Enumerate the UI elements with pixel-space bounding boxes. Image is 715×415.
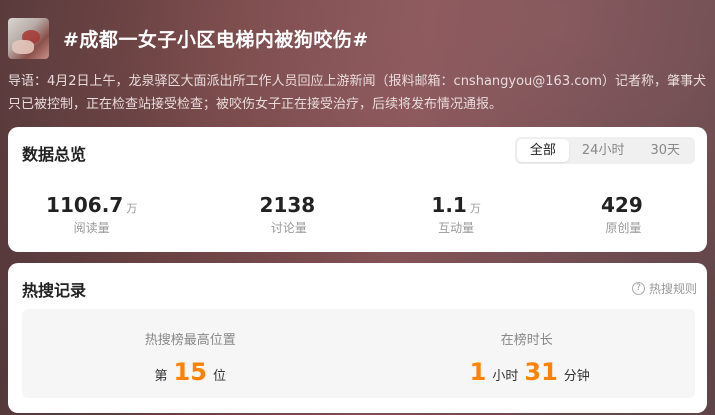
stat-unit: 万 [126,202,138,215]
stat-interactions: 1.1 万 互动量 [373,193,540,236]
time-range-tabs: 全部 24小时 30天 [514,137,695,164]
duration-stat: 在榜时长 1 小时 31 分钟 [359,309,696,398]
duration-hours: 1 [469,358,487,386]
stat-label: 讨论量 [270,221,307,235]
topic-title: #成都一女子小区电梯内被狗咬伤# [63,28,369,51]
hot-search-rules-link[interactable]: ? 热搜规则 [631,280,697,297]
best-position-stat: 热搜榜最高位置 第 15 位 [22,309,359,398]
duration-minutes-unit: 分钟 [563,369,590,384]
overview-title: 数据总览 [22,145,87,164]
question-circle-icon: ? [631,282,645,295]
duration-caption: 在榜时长 [500,333,553,348]
tab-all[interactable]: 全部 [516,139,569,162]
stat-reads: 1106.7 万 阅读量 [8,193,175,236]
topic-intro-text: 导语：4月2日上午，龙泉驿区大面派出所工作人员回应上游新闻（报料邮箱：cnsha… [8,74,706,112]
topic-thumbnail-image [8,17,49,59]
stat-label: 原创量 [605,221,642,235]
rules-link-label: 热搜规则 [648,282,697,296]
best-position-prefix: 第 [154,369,168,384]
stat-original: 429 原创量 [540,193,707,236]
hot-search-stats-box: 热搜榜最高位置 第 15 位 在榜时长 1 小时 31 分钟 [22,309,695,398]
stat-value: 429 [601,193,643,217]
stat-value: 1106.7 [46,193,124,217]
stat-label: 互动量 [438,221,475,235]
stat-value: 1.1 [431,193,467,217]
data-overview-card: 数据总览 全部 24小时 30天 1106.7 万 阅读量 2138 讨论量 1… [8,127,707,252]
best-position-value: 15 [173,358,207,386]
stat-discussions: 2138 讨论量 [205,193,372,236]
hot-search-record-card: 热搜记录 ? 热搜规则 热搜榜最高位置 第 15 位 在榜时长 1 小时 31 … [8,263,707,413]
stats-row: 1106.7 万 阅读量 2138 讨论量 1.1 万 互动量 429 原创量 [8,193,707,236]
stat-label: 阅读量 [73,221,110,235]
tab-24h[interactable]: 24小时 [569,139,638,162]
topic-header: #成都一女子小区电梯内被狗咬伤# [8,14,707,62]
best-position-caption: 热搜榜最高位置 [144,333,236,348]
stat-unit: 万 [469,202,481,215]
stat-value: 2138 [259,193,316,217]
best-position-suffix: 位 [212,369,226,384]
duration-hours-unit: 小时 [492,369,519,384]
tab-30d[interactable]: 30天 [637,139,693,162]
hot-search-title: 热搜记录 [22,281,87,300]
duration-minutes: 31 [524,358,558,386]
